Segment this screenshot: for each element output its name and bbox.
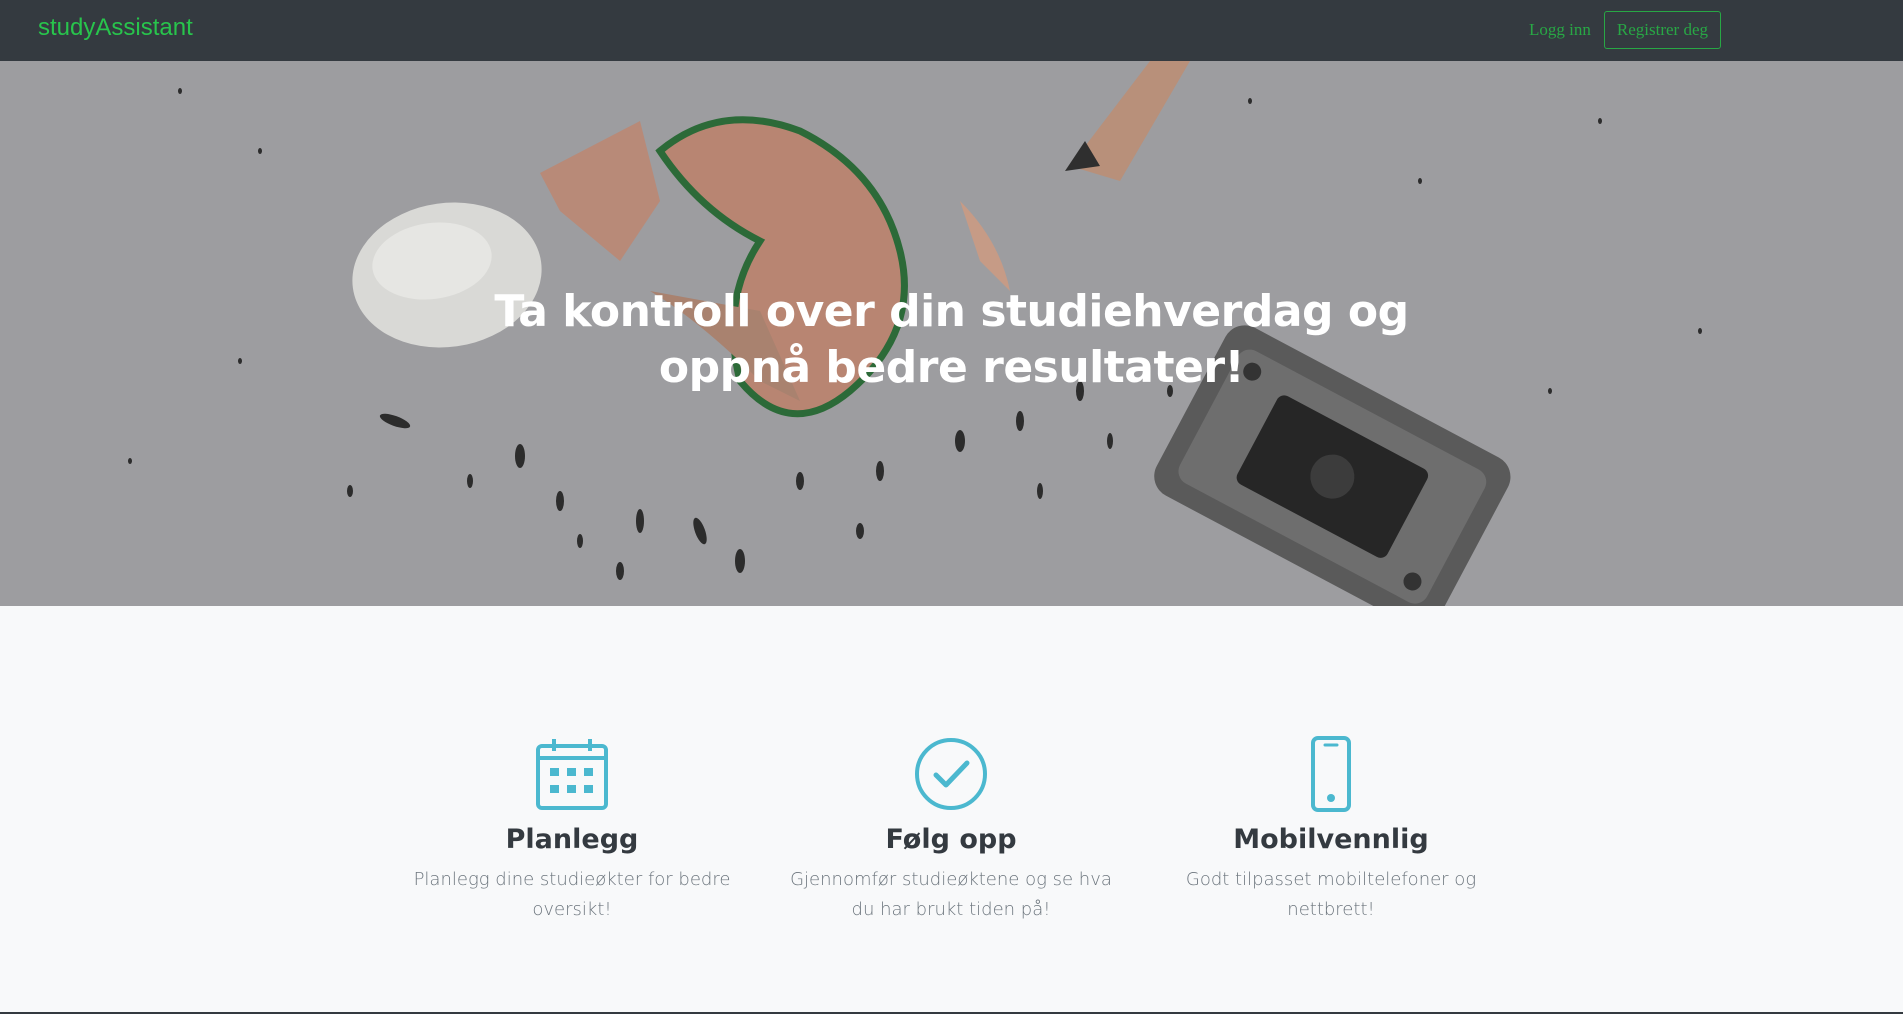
hero-title: Ta kontroll over din studiehverdag og op… <box>0 284 1903 396</box>
hero-banner: Ta kontroll over din studiehverdag og op… <box>0 61 1903 606</box>
feature-mobilvennlig: Mobilvennlig Godt tilpasset mobiltelefon… <box>1166 736 1496 925</box>
feature-description: Planlegg dine studieøkter for bedre over… <box>413 869 731 920</box>
feature-title: Planlegg <box>505 824 639 855</box>
feature-title: Følg opp <box>885 824 1017 855</box>
login-link[interactable]: Logg inn <box>1529 20 1591 40</box>
register-button[interactable]: Registrer deg <box>1603 11 1721 49</box>
check-circle-icon <box>915 738 987 810</box>
feature-description: Godt tilpasset mobiltelefoner og nettbre… <box>1185 869 1477 920</box>
hero-title-line-2: oppnå bedre resultater! <box>658 342 1245 394</box>
feature-description: Gjennomfør studieøktene og se hva du har… <box>790 869 1112 920</box>
top-navbar: studyAssistant Logg inn Registrer deg <box>0 0 1903 61</box>
navbar-actions: Logg inn Registrer deg <box>1529 11 1721 49</box>
brand-logo-link[interactable]: studyAssistant <box>38 14 193 42</box>
hero-title-line-1: Ta kontroll over din studiehverdag og <box>494 286 1409 338</box>
features-section: Planlegg Planlegg dine studieøkter for b… <box>0 606 1903 1014</box>
calendar-icon <box>536 739 608 810</box>
feature-planlegg: Planlegg Planlegg dine studieøkter for b… <box>407 736 737 925</box>
feature-folg-opp: Følg opp Gjennomfør studieøktene og se h… <box>786 736 1116 925</box>
feature-title: Mobilvennlig <box>1233 824 1429 855</box>
mobile-phone-icon <box>1311 736 1351 812</box>
